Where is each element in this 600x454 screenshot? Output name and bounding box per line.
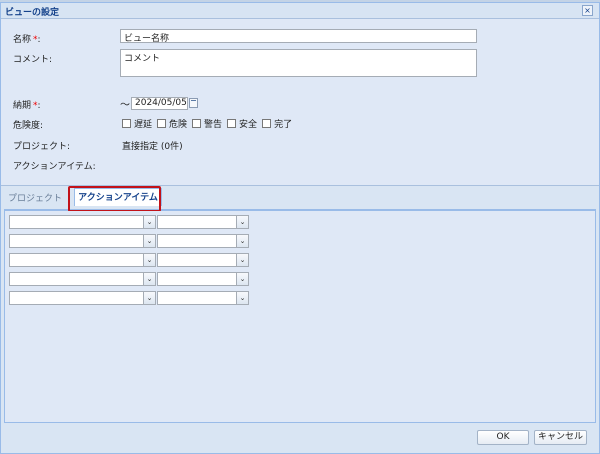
chevron-down-icon[interactable]: ⌄ [236,292,248,304]
deadline-label: 納期 *: [13,98,41,111]
range-tilde: 〜 [120,100,130,111]
filter-field-combo[interactable]: ⌄ [9,291,156,305]
risk-checkbox-danger[interactable] [157,119,167,128]
project-value: 直接指定 (0件) [122,142,183,152]
filter-value-combo[interactable]: ⌄ [157,234,249,248]
chevron-down-icon[interactable]: ⌄ [143,292,155,304]
deadline-label-colon: : [37,101,41,111]
filter-value-combo[interactable]: ⌄ [157,215,249,229]
filter-field-combo[interactable]: ⌄ [9,272,156,286]
chevron-down-icon[interactable]: ⌄ [236,254,248,266]
risk-checkbox-group: 遅延 危険 警告 安全 完了 [122,117,297,130]
risk-checkbox-warning[interactable] [192,119,202,128]
name-input[interactable]: ビュー名称 [120,29,477,44]
close-icon[interactable]: × [582,5,593,16]
filter-field-combo[interactable]: ⌄ [9,215,156,229]
filter-value-combo[interactable]: ⌄ [157,253,249,267]
action-item-filter-panel: ⌄ ⌄ ⌄ ⌄ ⌄ ⌄ ⌄ ⌄ ⌄ ⌄ [4,211,596,423]
risk-option-label: 完了 [274,120,293,130]
dialog-titlebar: ビューの設定 × [1,3,599,19]
filter-field-combo[interactable]: ⌄ [9,253,156,267]
tab-bar: プロジェクト アクションアイテム [4,186,596,211]
name-label-colon: : [37,35,41,45]
chevron-down-icon[interactable]: ⌄ [143,254,155,266]
risk-checkbox-safe[interactable] [227,119,237,128]
chevron-down-icon[interactable]: ⌄ [143,235,155,247]
name-label: 名称 *: [13,32,41,45]
chevron-down-icon[interactable]: ⌄ [143,273,155,285]
name-label-text: 名称 [13,35,32,45]
risk-label: 危険度: [13,121,44,131]
chevron-down-icon[interactable]: ⌄ [236,273,248,285]
filter-value-combo[interactable]: ⌄ [157,272,249,286]
risk-option-label: 危険 [169,120,188,130]
project-label: プロジェクト: [13,142,71,152]
tab-project[interactable]: プロジェクト [8,191,62,204]
filter-field-combo[interactable]: ⌄ [9,234,156,248]
chevron-down-icon[interactable]: ⌄ [236,235,248,247]
chevron-down-icon[interactable]: ⌄ [143,216,155,228]
tab-action-item[interactable]: アクションアイテム [74,188,162,206]
risk-option-label: 遅延 [134,120,153,130]
action-item-label: アクションアイテム: [13,162,96,172]
comment-label: コメント: [13,55,53,65]
risk-checkbox-done[interactable] [262,119,272,128]
risk-checkbox-delay[interactable] [122,119,131,128]
risk-option-label: 警告 [204,120,223,130]
filter-value-combo[interactable]: ⌄ [157,291,249,305]
deadline-label-text: 納期 [13,101,32,111]
ok-button[interactable]: OK [477,430,529,445]
cancel-button[interactable]: キャンセル [534,430,587,445]
dialog-title: ビューの設定 [5,8,60,18]
comment-textarea[interactable]: コメント [120,49,477,77]
risk-option-label: 安全 [239,120,258,130]
deadline-date-input[interactable]: 2024/05/05 [131,97,188,110]
chevron-down-icon[interactable]: ⌄ [236,216,248,228]
settings-form: 名称 *: ビュー名称 コメント: コメント 納期 *: 〜 2024/05/05 … [1,19,599,186]
calendar-icon[interactable] [189,98,198,108]
